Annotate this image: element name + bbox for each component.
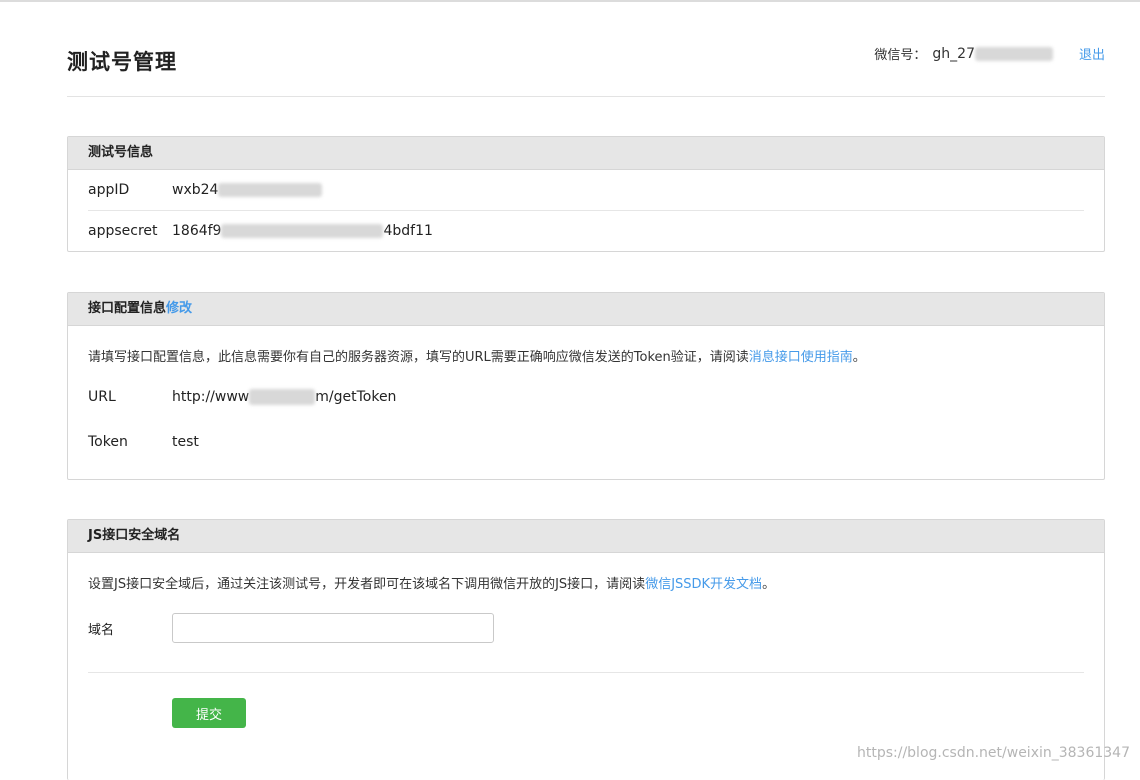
account-info: 微信号： gh_27 退出 <box>874 44 1105 64</box>
interface-config-panel: 接口配置信息修改 请填写接口配置信息，此信息需要你有自己的服务器资源，填写的UR… <box>67 292 1105 480</box>
panel-title: JS接口安全域名 <box>68 520 1104 553</box>
appsecret-value: 1864f9 4bdf11 <box>172 223 433 239</box>
redaction-mask <box>974 46 1053 61</box>
appsecret-label: appsecret <box>88 223 158 239</box>
appsecret-row: appsecret 1864f9 4bdf11 <box>88 211 1084 251</box>
js-secure-domain-panel: JS接口安全域名 设置JS接口安全域后，通过关注该测试号，开发者即可在该域名下调… <box>67 519 1105 780</box>
description-end: 。 <box>852 350 866 365</box>
url-row: URL http://www m/getToken <box>88 383 1084 411</box>
token-value: test <box>172 434 199 450</box>
test-account-info-panel: 测试号信息 appID wxb24 appsecret 1864f9 4bdf11 <box>67 136 1105 252</box>
panel-title-text: 接口配置信息 <box>88 301 167 316</box>
wechat-id-value: gh_27 <box>932 45 975 62</box>
redaction-mask <box>249 389 316 405</box>
description-text: 设置JS接口安全域后，通过关注该测试号，开发者即可在该域名下调用微信开放的JS接… <box>88 577 646 592</box>
appid-text: wxb24 <box>172 182 219 198</box>
submit-row: 提交 <box>88 698 1084 728</box>
appsecret-prefix: 1864f9 <box>172 223 222 239</box>
redaction-mask <box>218 183 323 197</box>
watermark: https://blog.csdn.net/weixin_38361347 <box>856 745 1130 761</box>
url-label: URL <box>88 389 116 405</box>
submit-button[interactable]: 提交 <box>172 698 246 728</box>
redaction-mask <box>221 224 384 238</box>
panel-title: 接口配置信息修改 <box>68 293 1104 326</box>
url-value: http://www m/getToken <box>172 389 396 405</box>
url-prefix: http://www <box>172 389 250 405</box>
edit-link[interactable]: 修改 <box>166 301 192 316</box>
logout-link[interactable]: 退出 <box>1079 44 1105 63</box>
description-end: 。 <box>762 577 776 592</box>
domain-row: 域名 <box>88 612 1084 644</box>
token-row: Token test <box>88 428 1084 456</box>
js-description: 设置JS接口安全域后，通过关注该测试号，开发者即可在该域名下调用微信开放的JS接… <box>88 573 1084 592</box>
page-title: 测试号管理 <box>67 50 177 74</box>
appid-row: appID wxb24 <box>88 170 1084 210</box>
interface-description: 请填写接口配置信息，此信息需要你有自己的服务器资源，填写的URL需要正确响应微信… <box>88 346 1084 365</box>
panel-title: 测试号信息 <box>68 137 1104 170</box>
page-header: 测试号管理 微信号： gh_27 退出 <box>67 2 1105 97</box>
description-text: 请填写接口配置信息，此信息需要你有自己的服务器资源，填写的URL需要正确响应微信… <box>88 350 749 365</box>
divider <box>88 672 1084 673</box>
appid-label: appID <box>88 182 130 198</box>
token-label: Token <box>88 434 128 450</box>
wechat-id-label: 微信号： <box>874 48 927 63</box>
domain-input[interactable] <box>172 613 494 643</box>
appsecret-suffix: 4bdf11 <box>383 223 433 239</box>
domain-label: 域名 <box>88 622 115 638</box>
message-interface-guide-link[interactable]: 消息接口使用指南 <box>749 350 853 365</box>
url-suffix: m/getToken <box>315 389 397 405</box>
appid-value: wxb24 <box>172 182 323 198</box>
jssdk-docs-link[interactable]: 微信JSSDK开发文档 <box>645 577 762 592</box>
